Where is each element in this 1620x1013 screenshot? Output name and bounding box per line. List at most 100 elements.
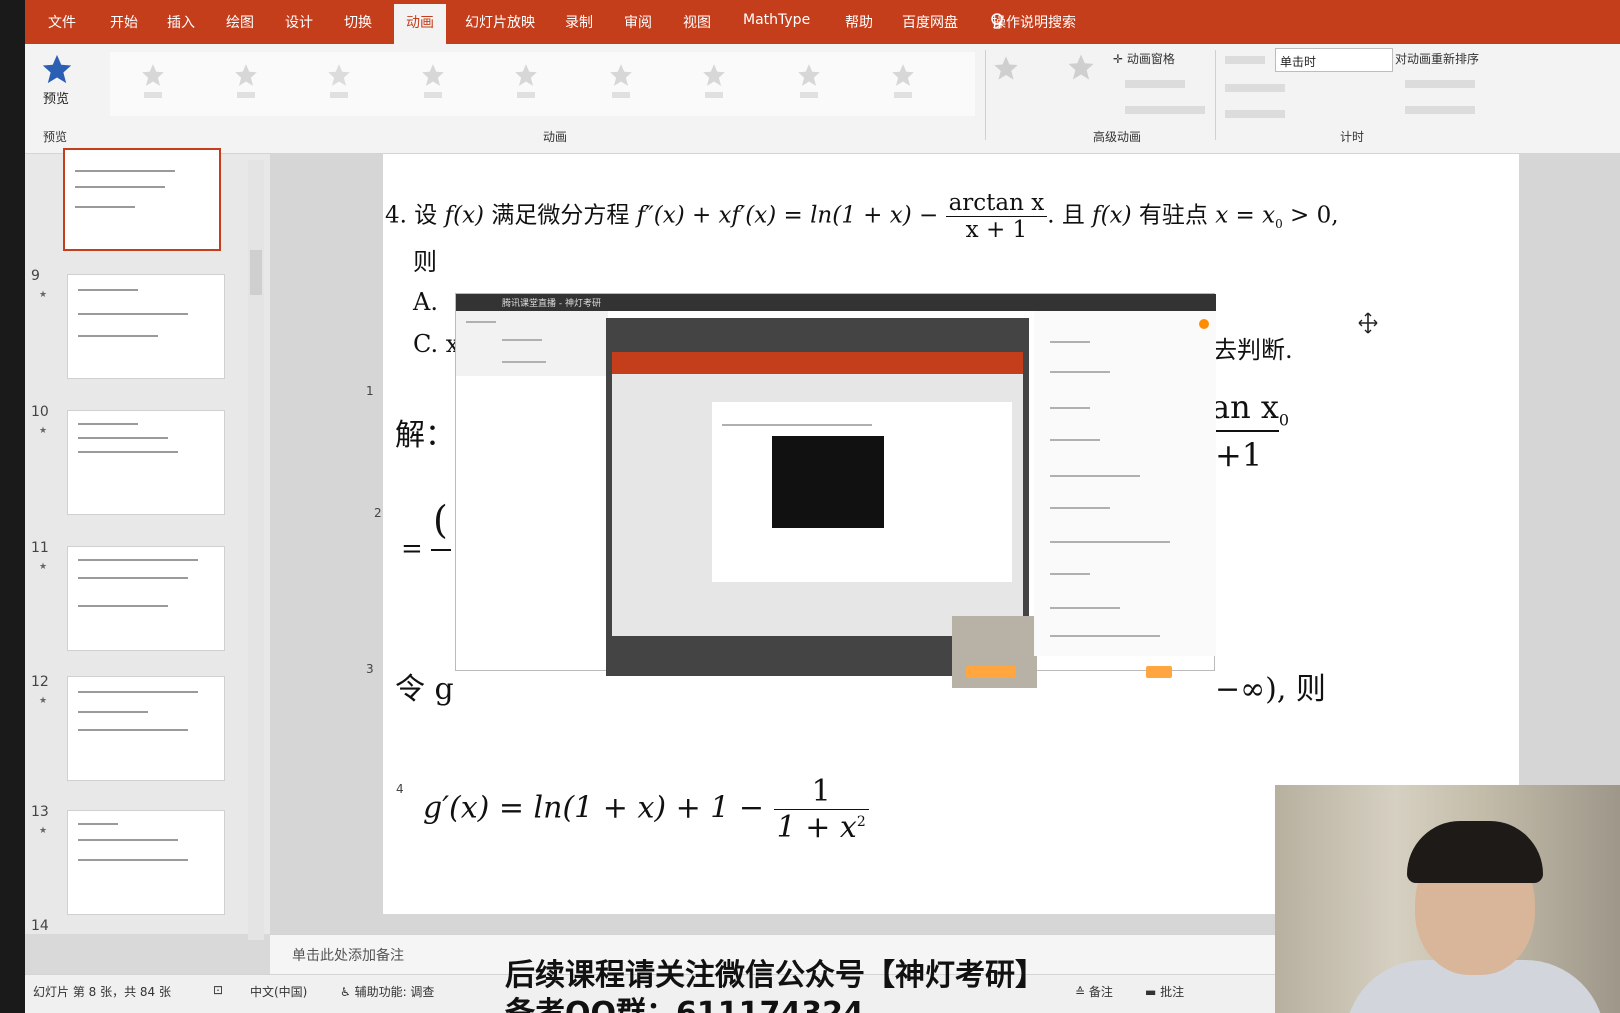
group-separator (985, 50, 986, 140)
tab-insert[interactable]: 插入 (167, 12, 195, 32)
move-earlier-button[interactable] (1405, 80, 1475, 88)
tell-me-search[interactable]: 操作说明搜索 (992, 12, 1076, 32)
star-icon (610, 64, 632, 86)
fragment-subscript: 0 (1278, 410, 1290, 430)
notes-button-label: 备注 (1088, 985, 1113, 999)
gprime-fraction: 11 + x2 (773, 774, 869, 845)
move-later-button[interactable] (1405, 106, 1475, 114)
duration-label (1225, 84, 1285, 92)
gprime-den-text: 1 + x (776, 810, 857, 845)
fragment-arctan: an x0 (1211, 388, 1289, 429)
tab-animations[interactable]: 动画 (394, 4, 446, 44)
let-g-text: 令 g (395, 672, 454, 707)
slide-thumbnail[interactable] (67, 274, 225, 379)
judge-text: 去判断. (1213, 336, 1293, 364)
inner-slide (712, 402, 1012, 582)
tab-slideshow[interactable]: 幻灯片放映 (465, 12, 535, 32)
move-cursor-icon (1358, 312, 1378, 334)
question-fraction: arctan xx + 1 (945, 190, 1048, 243)
star-icon (328, 64, 350, 86)
question-subscript: 0 (1275, 217, 1283, 232)
tab-transitions[interactable]: 切换 (344, 12, 372, 32)
animation-option[interactable] (605, 62, 637, 110)
ribbon-tab-bar: 文件 开始 插入 绘图 设计 切换 动画 幻灯片放映 录制 审阅 视图 Math… (25, 0, 1620, 44)
tab-draw[interactable]: 绘图 (226, 12, 254, 32)
notes-button[interactable]: ≙ 备注 (1075, 983, 1113, 1000)
language-indicator[interactable]: 中文(中国) (250, 983, 307, 1000)
star-icon (515, 64, 537, 86)
start-select[interactable]: 单击时 (1275, 48, 1393, 72)
animation-option[interactable] (698, 62, 730, 110)
question-gt: > 0, (1290, 202, 1339, 229)
animation-marker-icon: ★ (39, 290, 48, 300)
tab-home[interactable]: 开始 (110, 12, 138, 32)
slide-number: 13 (31, 804, 49, 820)
animation-option[interactable] (887, 62, 919, 110)
slide-number: 14 (31, 918, 49, 934)
thumbnail-scrollbar[interactable] (248, 160, 264, 940)
trigger-button[interactable] (1125, 80, 1185, 88)
inner-video-thumb (772, 436, 884, 528)
animation-option[interactable] (793, 62, 825, 110)
star-icon (994, 56, 1018, 80)
tab-mathtype[interactable]: MathType (743, 12, 810, 28)
tab-view[interactable]: 视图 (683, 12, 711, 32)
video-title-bar: 腾讯课堂直播 - 神灯考研 (456, 294, 1216, 311)
animation-option[interactable] (323, 62, 355, 110)
group-preview: 预览 (43, 130, 68, 144)
notes-placeholder[interactable]: 单击此处添加备注 (292, 945, 404, 965)
group-animation: 动画 (543, 130, 568, 144)
accessibility-status[interactable]: ♿ 辅助功能: 调查 (340, 983, 434, 1000)
slide-thumbnail[interactable] (67, 410, 225, 515)
slide-thumbnail[interactable] (67, 546, 225, 651)
animation-gallery (110, 52, 975, 116)
star-icon (422, 64, 444, 86)
tab-design[interactable]: 设计 (285, 12, 313, 32)
video-action-button[interactable] (1146, 666, 1172, 678)
animation-option[interactable] (230, 62, 262, 110)
group-timing: 计时 (1340, 130, 1365, 144)
then-text: 则 (413, 248, 437, 276)
scrollbar-thumb[interactable] (250, 250, 262, 295)
animation-option[interactable] (137, 62, 169, 110)
option-a: A. (413, 288, 438, 316)
inner-ribbon (612, 352, 1023, 374)
animations-ribbon: 预览 预览 动画 ✛ 动画窗格 高级动画 单击时 计时 对动画重新排序 (25, 44, 1620, 154)
preview-label: 预览 (43, 92, 70, 107)
comments-button[interactable]: ▬ 批注 (1145, 983, 1184, 1000)
slide-number: 12 (31, 674, 49, 690)
add-animation-button[interactable] (1065, 52, 1097, 100)
question-fx: f(x) (444, 202, 485, 229)
slide-thumbnail[interactable] (67, 676, 225, 781)
slide-thumbnail-current[interactable] (63, 148, 221, 251)
video-screen[interactable] (606, 318, 1037, 688)
star-icon (42, 54, 72, 84)
left-edge (0, 0, 25, 1013)
embedded-video-window[interactable]: 腾讯课堂直播 - 神灯考研 (455, 293, 1216, 688)
open-paren: ( (433, 498, 448, 542)
fragment-plus-one: +1 (1215, 436, 1263, 474)
tab-record[interactable]: 录制 (565, 12, 593, 32)
spell-check-icon[interactable]: ⊡ (213, 983, 223, 997)
equals-sign: = (401, 534, 423, 564)
tab-baidu[interactable]: 百度网盘 (902, 12, 958, 32)
question-prefix: 4. 设 (385, 202, 438, 229)
option-c: C. x (413, 330, 460, 358)
tab-review[interactable]: 审阅 (624, 12, 652, 32)
animation-option[interactable] (510, 62, 542, 110)
presenter-webcam (1275, 785, 1620, 1013)
video-action-button[interactable] (966, 666, 1016, 678)
delay-label (1225, 110, 1285, 118)
effect-options-button[interactable] (990, 54, 1022, 102)
animation-pane-button[interactable]: ✛ 动画窗格 (1113, 50, 1175, 67)
tab-help[interactable]: 帮助 (845, 12, 873, 32)
start-label (1225, 56, 1265, 64)
animation-painter-button[interactable] (1125, 106, 1205, 114)
animation-option[interactable] (417, 62, 449, 110)
animation-pane-label: 动画窗格 (1126, 52, 1175, 66)
slide-thumbnail[interactable] (67, 810, 225, 915)
slide-number: 10 (31, 404, 49, 420)
tab-file[interactable]: 文件 (48, 12, 76, 32)
paragraph-number: 2 (374, 506, 382, 520)
question-and: . 且 (1047, 202, 1085, 229)
